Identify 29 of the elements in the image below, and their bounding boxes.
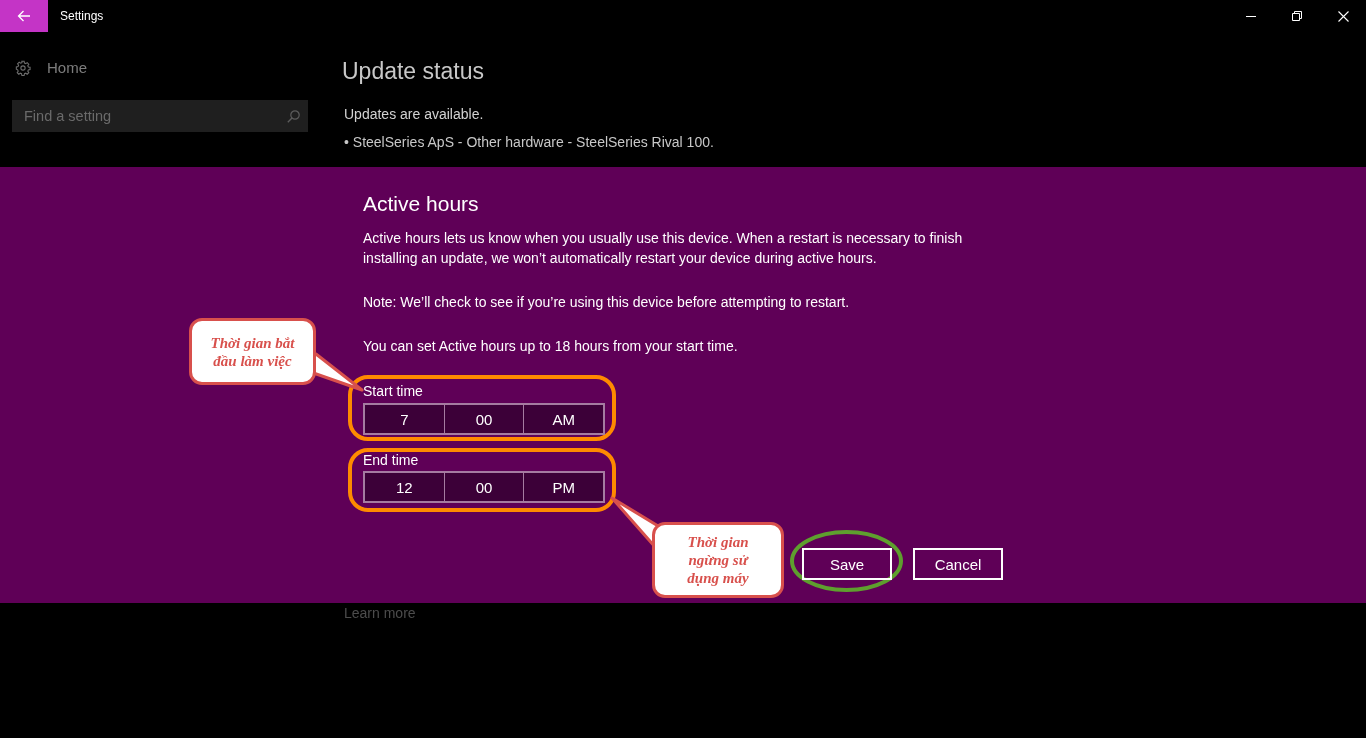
minute-selector[interactable]: 00 (443, 473, 524, 501)
status-message: Updates are available. (344, 105, 484, 124)
home-link[interactable]: Home (47, 58, 87, 78)
cancel-button[interactable]: Cancel (913, 548, 1003, 580)
callout-bubble: Thời gian bắt đầu làm việc (189, 318, 316, 385)
back-arrow-icon (17, 10, 31, 22)
time-label: Start time (363, 382, 423, 401)
dialog-title: Active hours (363, 191, 480, 217)
minimize-icon (1246, 15, 1256, 17)
search-icon (287, 110, 300, 123)
period-selector[interactable]: PM (523, 473, 603, 501)
close-icon (1337, 10, 1349, 22)
hour-selector[interactable]: 12 (365, 473, 444, 501)
restore-icon (1292, 11, 1302, 21)
dialog-paragraph: You can set Active hours up to 18 hours from your start time. (363, 337, 739, 356)
minute-selector[interactable]: 00 (443, 405, 524, 433)
window-title: Settings (60, 9, 104, 23)
dialog-paragraph: Active hours lets us know when you usually use this device. When a restart is necessary to finish installing an update, we won’t automatically restart your device during active hours. (363, 229, 964, 268)
period-selector[interactable]: AM (523, 405, 603, 433)
hour-selector[interactable]: 7 (365, 405, 444, 433)
callout-bubble: Thời gian ngừng sử dụng máy (652, 522, 784, 598)
dialog-paragraph: Note: We’ll check to see if you’re using this device before attempting to restart. (363, 293, 851, 312)
search-field[interactable]: Find a setting (12, 100, 308, 132)
time-label: End time (363, 452, 419, 469)
update-item: • SteelSeries ApS - Other hardware - SteelSeries Rival 100. (344, 133, 714, 152)
gear-icon (15, 60, 31, 76)
page-title: Update status (342, 57, 484, 86)
save-button[interactable]: Save (802, 548, 892, 580)
back-button[interactable] (0, 0, 48, 32)
